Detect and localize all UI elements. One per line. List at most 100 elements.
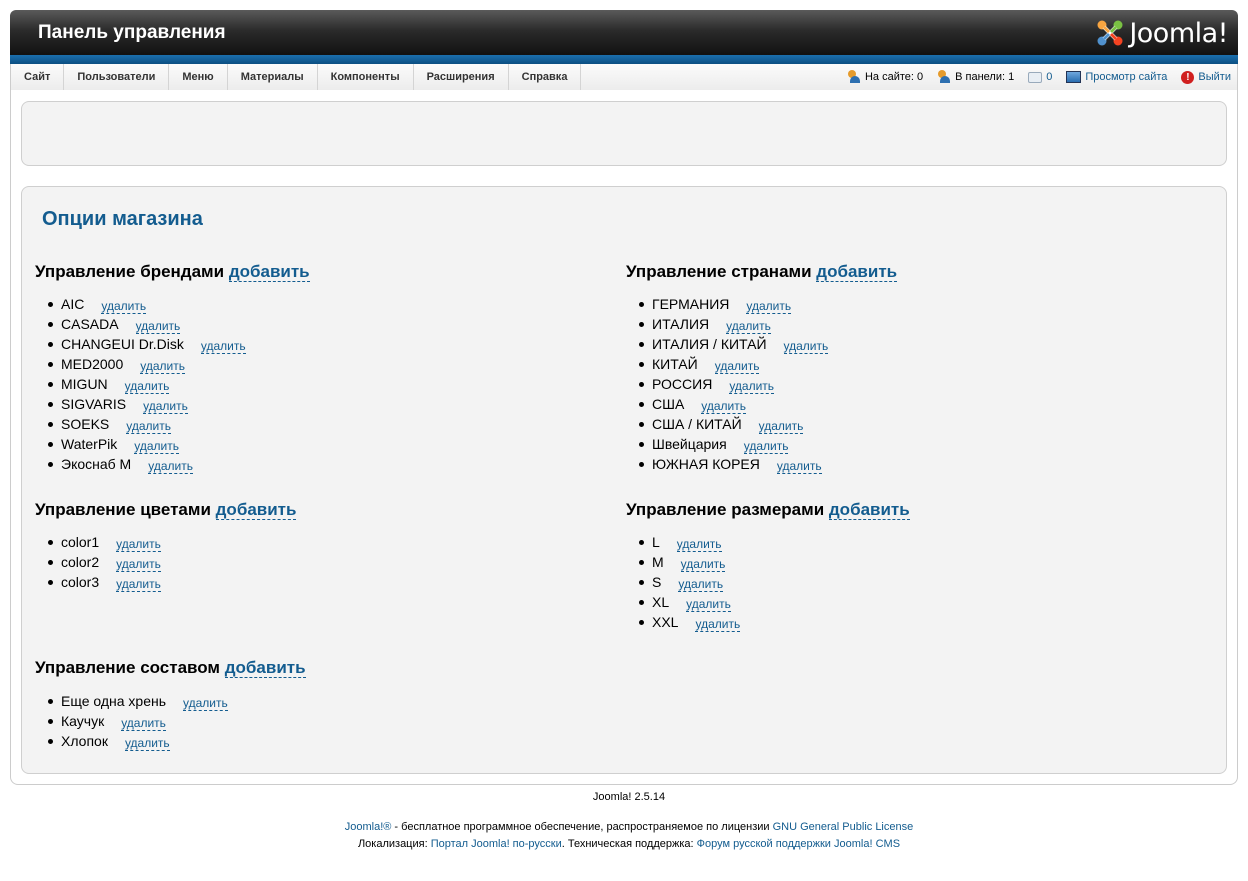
delete-link[interactable]: удалить — [726, 319, 771, 334]
view-site-link[interactable]: Просмотр сайта — [1066, 71, 1167, 83]
item-name: XXL — [652, 614, 679, 630]
delete-link[interactable]: удалить — [116, 577, 161, 592]
materials-heading: Управление составом добавить — [35, 658, 306, 678]
menu-item-content[interactable]: Материалы — [228, 64, 318, 90]
delete-link[interactable]: удалить — [743, 439, 789, 454]
list-item: Еще одна хрень удалить — [48, 691, 228, 711]
item-name: Хлопок — [61, 733, 108, 749]
item-name: CASADA — [61, 316, 119, 332]
item-name: США — [652, 396, 685, 412]
list-item: ИТАЛИЯ удалить — [638, 314, 828, 334]
list-item: ГЕРМАНИЯ удалить — [638, 294, 828, 314]
joomla-ru-portal-link[interactable]: Портал Joomla! по-русски — [431, 838, 562, 850]
add-size-link[interactable]: добавить — [828, 500, 910, 520]
item-name: США / КИТАЙ — [652, 416, 742, 432]
sizes-heading: Управление размерами добавить — [626, 500, 910, 520]
logout-label: Выйти — [1198, 71, 1231, 83]
add-material-link[interactable]: добавить — [224, 658, 306, 678]
menu-item-users[interactable]: Пользователи — [64, 64, 170, 90]
sizes-section: Управление размерами добавить Lудалить Mу… — [626, 500, 910, 632]
item-name: Экоснаб М — [61, 456, 132, 472]
messages-icon — [1028, 71, 1043, 83]
menu-item-components[interactable]: Компоненты — [318, 64, 414, 90]
delete-link[interactable]: удалить — [124, 736, 170, 751]
delete-link[interactable]: удалить — [134, 439, 180, 454]
delete-link[interactable]: удалить — [140, 359, 185, 374]
users-icon — [847, 70, 861, 84]
list-item: Lудалить — [638, 532, 740, 552]
joomla-logo-icon — [1097, 20, 1123, 46]
item-name: M — [652, 554, 664, 570]
list-item: CASADA удалить — [48, 314, 246, 334]
countries-section: Управление странами добавить ГЕРМАНИЯ уда… — [626, 262, 898, 474]
status-bar: На сайте: 0 В панели: 1 0 Просмотр сайта… — [833, 64, 1231, 90]
support-label: . Техническая поддержка: — [561, 838, 697, 850]
delete-link[interactable]: удалить — [116, 537, 161, 552]
delete-link[interactable]: удалить — [758, 419, 804, 434]
logout-icon: ! — [1181, 70, 1195, 84]
list-item: AIC удалить — [48, 294, 246, 314]
menu-item-extensions[interactable]: Расширения — [414, 64, 509, 90]
delete-link[interactable]: удалить — [124, 379, 170, 394]
menu-item-site[interactable]: Сайт — [11, 64, 65, 90]
delete-link[interactable]: удалить — [714, 359, 760, 374]
delete-link[interactable]: удалить — [783, 339, 829, 354]
delete-link[interactable]: удалить — [680, 557, 726, 572]
joomla-link[interactable]: Joomla!® — [345, 821, 392, 833]
footer-license-line: Joomla!® - бесплатное программное обеспе… — [0, 821, 1248, 833]
footer-support-line: Локализация: Портал Joomla! по-русски. Т… — [0, 838, 1248, 850]
item-name: ЮЖНАЯ КОРЕЯ — [652, 456, 760, 472]
delete-link[interactable]: удалить — [678, 577, 724, 592]
colors-title: Управление цветами — [35, 500, 211, 519]
menu-item-menus[interactable]: Меню — [169, 64, 228, 90]
messages-link[interactable]: 0 — [1028, 71, 1052, 83]
delete-link[interactable]: удалить — [148, 459, 193, 474]
messages-count: 0 — [1046, 71, 1053, 83]
brands-title: Управление брендами — [35, 262, 225, 281]
in-panel-count: В панели: 1 — [955, 71, 1015, 83]
brands-list: AIC удалить CASADA удалить CHANGEUI Dr.Disk у… — [48, 294, 246, 474]
item-name: S — [652, 574, 662, 590]
delete-link[interactable]: удалить — [776, 459, 822, 474]
list-item: SIGVARIS удалить — [48, 394, 246, 414]
localization-label: Локализация: — [357, 838, 431, 850]
colors-list: color1 удалить color2 удалить color3 удалить — [48, 532, 161, 592]
list-item: РОССИЯ удалить — [638, 374, 828, 394]
item-name: Каучук — [61, 713, 105, 729]
list-item: США удалить — [638, 394, 828, 414]
list-item: КИТАЙ удалить — [638, 354, 828, 374]
status-in-panel: В панели: 1 — [937, 70, 1014, 84]
item-name: SOEKS — [61, 416, 110, 432]
delete-link[interactable]: удалить — [143, 399, 188, 414]
menu-item-help[interactable]: Справка — [509, 64, 582, 90]
delete-link[interactable]: удалить — [116, 557, 161, 572]
support-forum-link[interactable]: Форум русской поддержки Joomla! CMS — [697, 838, 900, 850]
logout-link[interactable]: ! Выйти — [1181, 70, 1231, 84]
license-text: - бесплатное программное обеспечение, ра… — [391, 821, 773, 833]
delete-link[interactable]: удалить — [676, 537, 722, 552]
admin-users-icon — [937, 70, 951, 84]
delete-link[interactable]: удалить — [701, 399, 747, 414]
item-name: CHANGEUI Dr.Disk — [61, 336, 184, 352]
delete-link[interactable]: удалить — [121, 716, 166, 731]
delete-link[interactable]: удалить — [126, 419, 171, 434]
list-item: Mудалить — [638, 552, 740, 572]
delete-link[interactable]: удалить — [695, 617, 741, 632]
item-name: Швейцария — [652, 436, 727, 452]
delete-link[interactable]: удалить — [746, 299, 792, 314]
add-country-link[interactable]: добавить — [816, 262, 898, 282]
list-item: WaterPik удалить — [48, 434, 246, 454]
delete-link[interactable]: удалить — [183, 696, 228, 711]
delete-link[interactable]: удалить — [686, 597, 731, 612]
footer: Joomla! 2.5.14 Joomla!® - бесплатное про… — [0, 791, 1248, 850]
add-color-link[interactable]: добавить — [215, 500, 297, 520]
delete-link[interactable]: удалить — [101, 299, 147, 314]
list-item: XXL удалить — [638, 612, 741, 632]
item-name: L — [652, 534, 660, 550]
gpl-link[interactable]: GNU General Public License — [773, 821, 914, 833]
delete-link[interactable]: удалить — [200, 339, 246, 354]
delete-link[interactable]: удалить — [135, 319, 181, 334]
status-on-site: На сайте: 0 — [847, 70, 923, 84]
delete-link[interactable]: удалить — [729, 379, 775, 394]
add-brand-link[interactable]: добавить — [228, 262, 310, 282]
